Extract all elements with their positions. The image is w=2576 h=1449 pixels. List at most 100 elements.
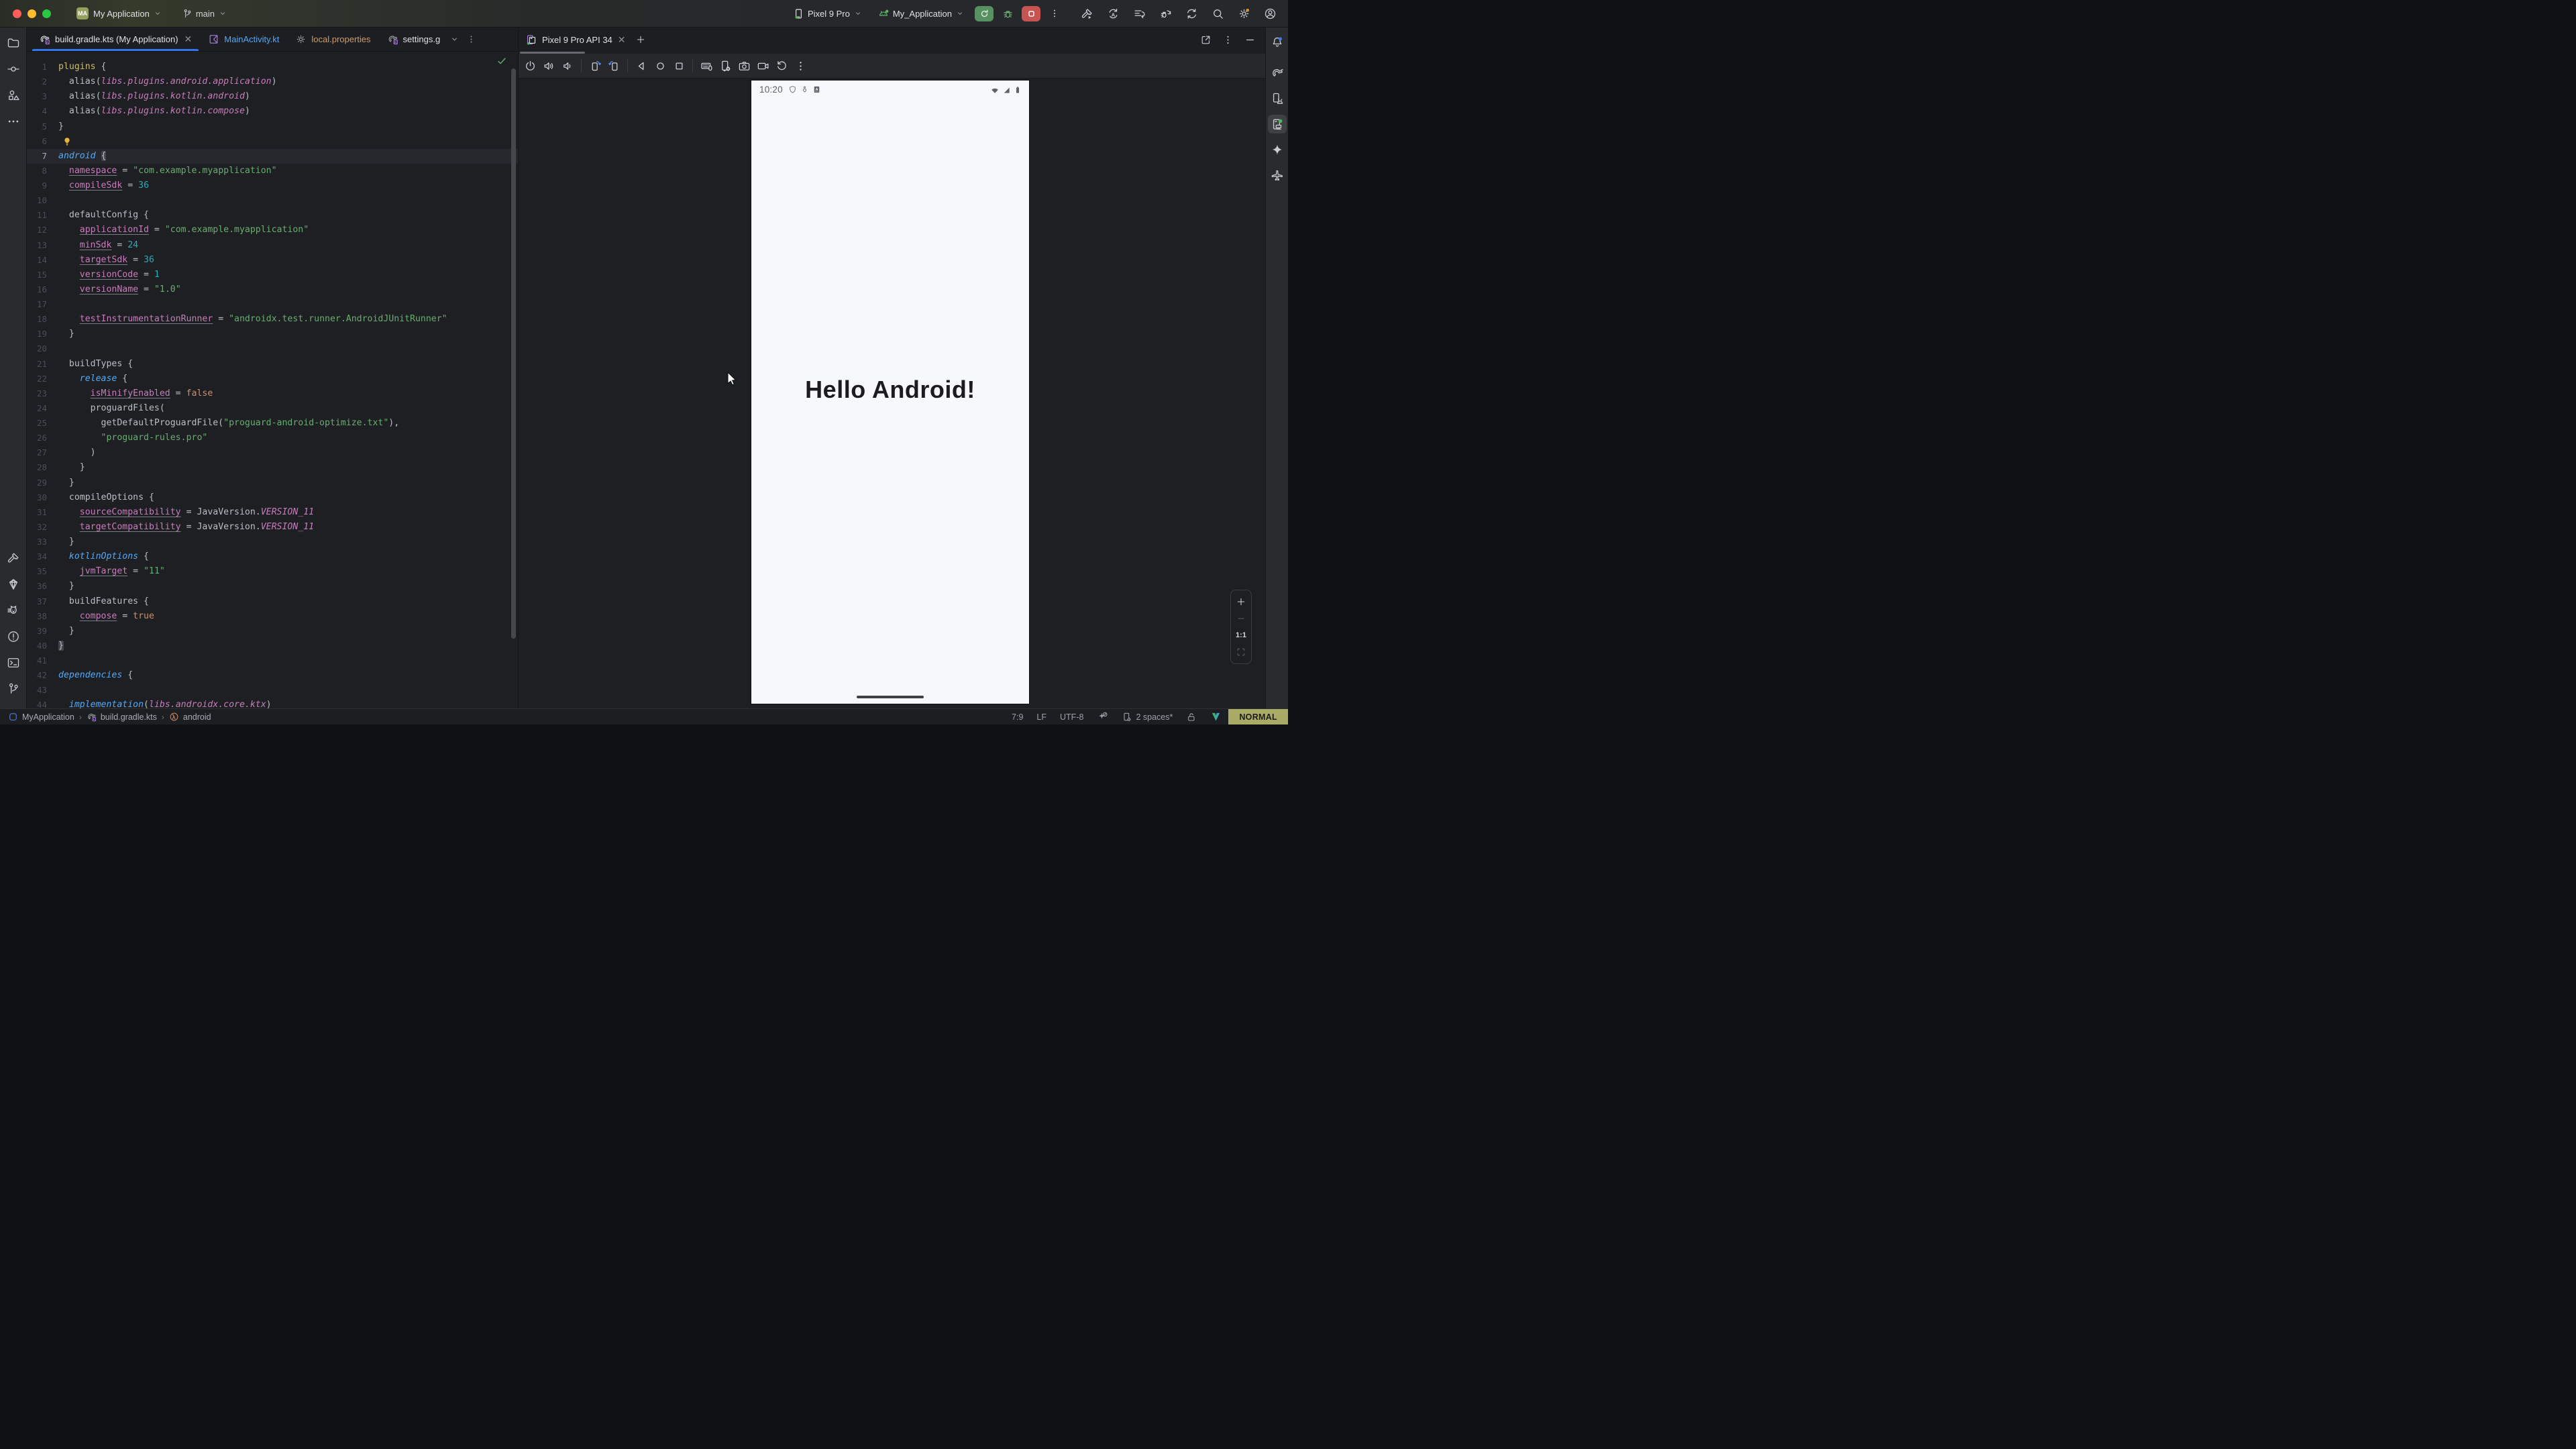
code-line-37[interactable]: 37 buildFeatures {: [27, 594, 518, 609]
open-in-new-window-icon[interactable]: [1200, 34, 1212, 46]
code-line-32[interactable]: 32 targetCompatibility = JavaVersion.VER…: [27, 520, 518, 535]
tab-options-icon[interactable]: [466, 34, 476, 44]
editor-tab-MainActivity.kt[interactable]: MainActivity.kt: [200, 28, 287, 51]
branch-selector[interactable]: main: [178, 6, 232, 21]
code-line-39[interactable]: 39 }: [27, 624, 518, 639]
minimize-icon[interactable]: [1244, 34, 1256, 46]
code-line-29[interactable]: 29 }: [27, 476, 518, 490]
code-line-43[interactable]: 43: [27, 683, 518, 698]
editor-tab-local.properties[interactable]: local.properties: [287, 28, 378, 51]
run-configuration-selector[interactable]: My_Application: [873, 5, 969, 22]
volume-up-icon[interactable]: [541, 58, 557, 74]
screen-record-icon[interactable]: [755, 58, 771, 74]
logcat-icon[interactable]: [3, 600, 23, 621]
vim-icon[interactable]: [1203, 709, 1228, 724]
gemini-icon[interactable]: [1268, 140, 1287, 159]
device-screen[interactable]: 10:20 A Hello Android!: [751, 80, 1030, 704]
code-line-3[interactable]: 3 alias(libs.plugins.kotlin.android): [27, 89, 518, 104]
code-line-44[interactable]: 44 implementation(libs.androidx.core.ktx…: [27, 698, 518, 708]
zoom-in-button[interactable]: [1234, 596, 1248, 608]
volume-down-icon[interactable]: [559, 58, 576, 74]
code-line-33[interactable]: 33 }: [27, 535, 518, 549]
snapshots-icon[interactable]: [773, 58, 790, 74]
breadcrumb-item-android[interactable]: android: [169, 712, 211, 722]
line-separator[interactable]: LF: [1030, 709, 1053, 724]
device-tab[interactable]: Pixel 9 Pro API 34 ✕: [525, 34, 626, 46]
nav-back-icon[interactable]: [633, 58, 649, 74]
apply-code-changes-icon[interactable]: [1130, 5, 1148, 22]
code-editor[interactable]: 1plugins {2 alias(libs.plugins.android.a…: [27, 52, 518, 708]
code-line-30[interactable]: 30 compileOptions {: [27, 490, 518, 505]
profile-icon[interactable]: [1261, 5, 1279, 22]
kebab-icon[interactable]: [1222, 34, 1234, 46]
terminal-icon[interactable]: [3, 653, 23, 673]
code-line-38[interactable]: 38 compose = true: [27, 609, 518, 624]
settings-icon[interactable]: [1235, 5, 1252, 22]
code-line-12[interactable]: 12 applicationId = "com.example.myapplic…: [27, 223, 518, 237]
code-line-16[interactable]: 16 versionName = "1.0": [27, 282, 518, 297]
ai-assistant-disabled-icon[interactable]: [1090, 709, 1115, 724]
version-control-icon[interactable]: [3, 679, 23, 699]
device-manager-icon[interactable]: [1268, 89, 1287, 108]
code-line-19[interactable]: 19 }: [27, 327, 518, 341]
code-line-35[interactable]: 35 jvmTarget = "11": [27, 564, 518, 579]
device-streaming-icon[interactable]: [1268, 166, 1287, 184]
search-icon[interactable]: [1209, 5, 1226, 22]
code-line-13[interactable]: 13 minSdk = 24: [27, 238, 518, 253]
code-line-28[interactable]: 28 }: [27, 460, 518, 475]
nav-home-icon[interactable]: [652, 58, 668, 74]
inspection-ok-icon[interactable]: [496, 56, 507, 66]
code-line-2[interactable]: 2 alias(libs.plugins.android.application…: [27, 74, 518, 89]
code-line-10[interactable]: 10: [27, 193, 518, 208]
code-line-8[interactable]: 8 namespace = "com.example.myapplication…: [27, 164, 518, 178]
keyboard-icon[interactable]: [698, 58, 714, 74]
code-line-11[interactable]: 11 defaultConfig {: [27, 208, 518, 223]
device-selector[interactable]: Pixel 9 Pro: [788, 5, 867, 22]
nav-overview-icon[interactable]: [671, 58, 687, 74]
build-hammer-tw-icon[interactable]: [3, 548, 23, 568]
indent-config[interactable]: 2 spaces*: [1115, 709, 1179, 724]
code-line-6[interactable]: 6: [27, 134, 518, 149]
code-line-4[interactable]: 4 alias(libs.plugins.kotlin.compose): [27, 104, 518, 119]
debug-button[interactable]: [999, 5, 1016, 22]
tab-list-dropdown-icon[interactable]: [449, 34, 460, 44]
zoom-1-1-button[interactable]: 1:1: [1234, 629, 1248, 641]
commit-icon[interactable]: [3, 59, 23, 79]
intention-bulb-icon[interactable]: [62, 136, 72, 147]
rerun-button[interactable]: [975, 6, 994, 21]
code-line-20[interactable]: 20: [27, 341, 518, 356]
zoom-window-button[interactable]: [42, 9, 51, 18]
resource-manager-icon[interactable]: [3, 85, 23, 105]
code-line-42[interactable]: 42dependencies {: [27, 668, 518, 683]
app-quality-insights-icon[interactable]: [3, 574, 23, 594]
code-line-18[interactable]: 18 testInstrumentationRunner = "androidx…: [27, 312, 518, 327]
stop-button[interactable]: [1022, 6, 1040, 21]
rotate-left-icon[interactable]: [587, 58, 603, 74]
vim-mode-badge[interactable]: NORMAL: [1228, 709, 1288, 724]
code-line-1[interactable]: 1plugins {: [27, 60, 518, 74]
close-window-button[interactable]: [13, 9, 21, 18]
running-devices-icon[interactable]: [1268, 115, 1287, 133]
unlock-icon[interactable]: [1179, 709, 1203, 724]
gradle-icon[interactable]: [1268, 64, 1287, 83]
editor-scrollbar[interactable]: [511, 68, 516, 639]
code-line-22[interactable]: 22 release {: [27, 372, 518, 386]
code-line-21[interactable]: 21 buildTypes {: [27, 357, 518, 372]
minimize-window-button[interactable]: [28, 9, 36, 18]
horizontal-scroll-thumb[interactable]: [520, 52, 585, 54]
code-line-7[interactable]: 7android {: [27, 149, 518, 164]
zoom-out-button[interactable]: [1234, 612, 1248, 625]
add-device-button[interactable]: [635, 34, 646, 45]
rotate-right-icon[interactable]: [606, 58, 622, 74]
code-line-26[interactable]: 26 "proguard-rules.pro": [27, 431, 518, 445]
gesture-navigation-bar[interactable]: [857, 696, 924, 698]
notifications-icon[interactable]: [1268, 33, 1287, 52]
code-line-36[interactable]: 36 }: [27, 579, 518, 594]
zoom-fit-button[interactable]: [1234, 646, 1248, 658]
code-line-17[interactable]: 17: [27, 297, 518, 312]
code-line-14[interactable]: 14 targetSdk = 36: [27, 253, 518, 268]
code-line-27[interactable]: 27 ): [27, 445, 518, 460]
screenshot-icon[interactable]: [736, 58, 752, 74]
code-line-23[interactable]: 23 isMinifyEnabled = false: [27, 386, 518, 401]
code-line-41[interactable]: 41: [27, 653, 518, 668]
